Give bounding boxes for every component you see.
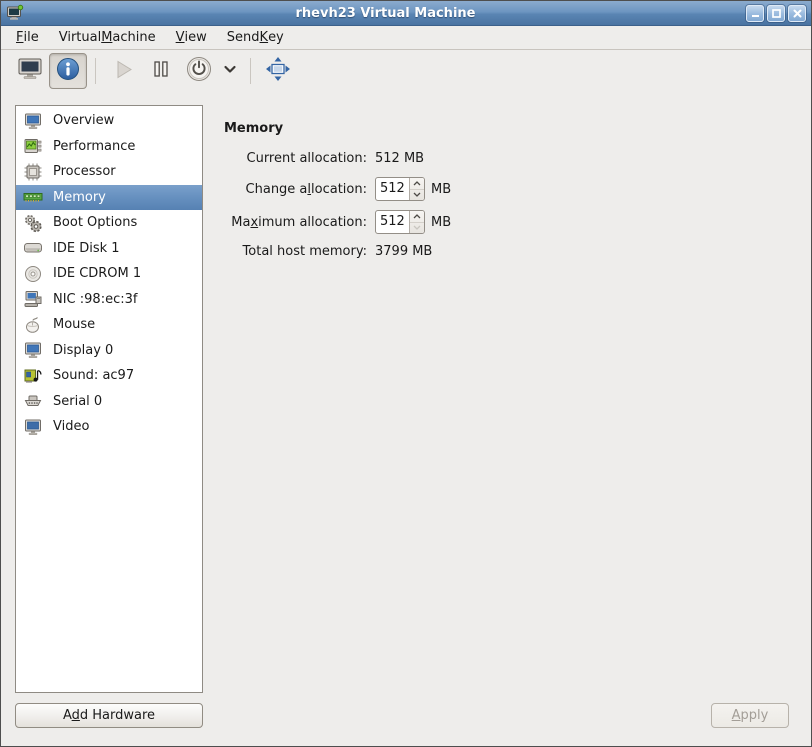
hw-item-ide-cdrom-1[interactable]: IDE CDROM 1: [16, 261, 202, 287]
spin-buttons: [409, 211, 424, 233]
boot-gears-icon: [23, 213, 43, 233]
run-button[interactable]: [104, 53, 142, 89]
hw-item-display-0[interactable]: Display 0: [16, 338, 202, 364]
maximum-allocation-label: Maximum allocation:: [224, 215, 367, 230]
menubar: File Virtual Machine View Send Key: [1, 26, 811, 50]
video-icon: [23, 417, 43, 437]
hw-item-sound[interactable]: Sound: ac97: [16, 363, 202, 389]
hw-item-memory[interactable]: Memory: [16, 185, 202, 211]
hw-item-label: Performance: [53, 139, 135, 154]
hw-item-label: Mouse: [53, 317, 95, 332]
vm-details-window: rhevh23 Virtual Machine File Virtual Mac…: [0, 0, 812, 747]
change-allocation-input[interactable]: 512: [376, 178, 409, 200]
maximum-allocation-row: Maximum allocation: 512 MB: [224, 209, 789, 235]
hw-item-mouse[interactable]: Mouse: [16, 312, 202, 338]
hw-item-label: Display 0: [53, 343, 113, 358]
details-button[interactable]: [49, 53, 87, 89]
spin-down-button-disabled[interactable]: [410, 223, 424, 234]
window-title: rhevh23 Virtual Machine: [28, 6, 743, 21]
vm-window-icon[interactable]: [6, 4, 24, 22]
display-icon: [23, 340, 43, 360]
toolbar: [1, 50, 811, 92]
change-allocation-row: Change allocation: 512 MB: [224, 176, 789, 202]
apply-button[interactable]: Apply: [711, 703, 789, 728]
hardware-panel: Overview Performance: [15, 105, 203, 728]
fullscreen-button[interactable]: [259, 53, 297, 89]
fullscreen-icon: [265, 56, 291, 86]
hardware-list: Overview Performance: [15, 105, 203, 693]
hw-item-label: IDE CDROM 1: [53, 266, 141, 281]
shutdown-menu-chevron-icon: [222, 61, 238, 81]
shutdown-icon: [184, 54, 214, 88]
network-icon: [23, 289, 43, 309]
hw-item-serial-0[interactable]: Serial 0: [16, 389, 202, 415]
toolbar-separator: [95, 58, 96, 84]
content-area: Overview Performance: [1, 92, 811, 746]
menu-send-key[interactable]: Send Key: [217, 26, 294, 49]
hw-item-label: Video: [53, 419, 89, 434]
hw-item-label: Sound: ac97: [53, 368, 134, 383]
pause-button[interactable]: [142, 53, 180, 89]
maximize-button[interactable]: [767, 5, 785, 22]
hw-item-label: IDE Disk 1: [53, 241, 120, 256]
performance-graph-icon: [23, 136, 43, 156]
hw-item-processor[interactable]: Processor: [16, 159, 202, 185]
serial-icon: [23, 391, 43, 411]
change-allocation-unit: MB: [431, 182, 451, 197]
hw-item-label: NIC :98:ec:3f: [53, 292, 137, 307]
close-button[interactable]: [788, 5, 806, 22]
console-button[interactable]: [11, 53, 49, 89]
change-allocation-spinbox: 512: [375, 177, 425, 201]
hw-item-ide-disk-1[interactable]: IDE Disk 1: [16, 236, 202, 262]
sound-card-icon: [23, 366, 43, 386]
current-allocation-value: 512 MB: [375, 151, 424, 166]
hw-item-overview[interactable]: Overview: [16, 108, 202, 134]
spin-up-button[interactable]: [410, 178, 424, 190]
add-hardware-button[interactable]: Add Hardware: [15, 703, 203, 728]
change-allocation-label: Change allocation:: [224, 182, 367, 197]
hw-item-label: Overview: [53, 113, 114, 128]
minimize-button[interactable]: [746, 5, 764, 22]
total-host-memory-value: 3799 MB: [375, 244, 432, 259]
hw-item-label: Serial 0: [53, 394, 102, 409]
memory-ram-icon: [23, 187, 43, 207]
details-info-icon: [55, 56, 81, 86]
disk-icon: [23, 238, 43, 258]
processor-chip-icon: [23, 162, 43, 182]
maximum-allocation-input[interactable]: 512: [376, 211, 409, 233]
shutdown-button[interactable]: [180, 53, 218, 89]
total-host-memory-row: Total host memory: 3799 MB: [224, 241, 789, 261]
titlebar[interactable]: rhevh23 Virtual Machine: [1, 1, 811, 26]
hw-item-label: Processor: [53, 164, 116, 179]
cdrom-icon: [23, 264, 43, 284]
hw-item-nic[interactable]: NIC :98:ec:3f: [16, 287, 202, 313]
panel-heading: Memory: [224, 121, 789, 136]
memory-panel: Memory Current allocation: 512 MB Change…: [203, 105, 789, 728]
hw-item-label: Memory: [53, 190, 106, 205]
menu-view[interactable]: View: [166, 26, 217, 49]
total-host-memory-label: Total host memory:: [224, 244, 367, 259]
spin-up-button[interactable]: [410, 211, 424, 223]
hw-item-boot-options[interactable]: Boot Options: [16, 210, 202, 236]
spin-down-button[interactable]: [410, 190, 424, 201]
shutdown-menu-button[interactable]: [218, 53, 242, 89]
hw-item-video[interactable]: Video: [16, 414, 202, 440]
console-icon: [16, 57, 44, 85]
pause-icon: [150, 58, 172, 84]
menu-virtual-machine[interactable]: Virtual Machine: [49, 26, 166, 49]
menu-file[interactable]: File: [6, 26, 49, 49]
toolbar-separator: [250, 58, 251, 84]
current-allocation-label: Current allocation:: [224, 151, 367, 166]
current-allocation-row: Current allocation: 512 MB: [224, 148, 789, 168]
maximum-allocation-unit: MB: [431, 215, 451, 230]
spin-buttons: [409, 178, 424, 200]
overview-monitor-icon: [23, 111, 43, 131]
hw-item-performance[interactable]: Performance: [16, 134, 202, 160]
run-icon: [111, 57, 136, 86]
hw-item-label: Boot Options: [53, 215, 137, 230]
maximum-allocation-spinbox: 512: [375, 210, 425, 234]
mouse-icon: [23, 315, 43, 335]
